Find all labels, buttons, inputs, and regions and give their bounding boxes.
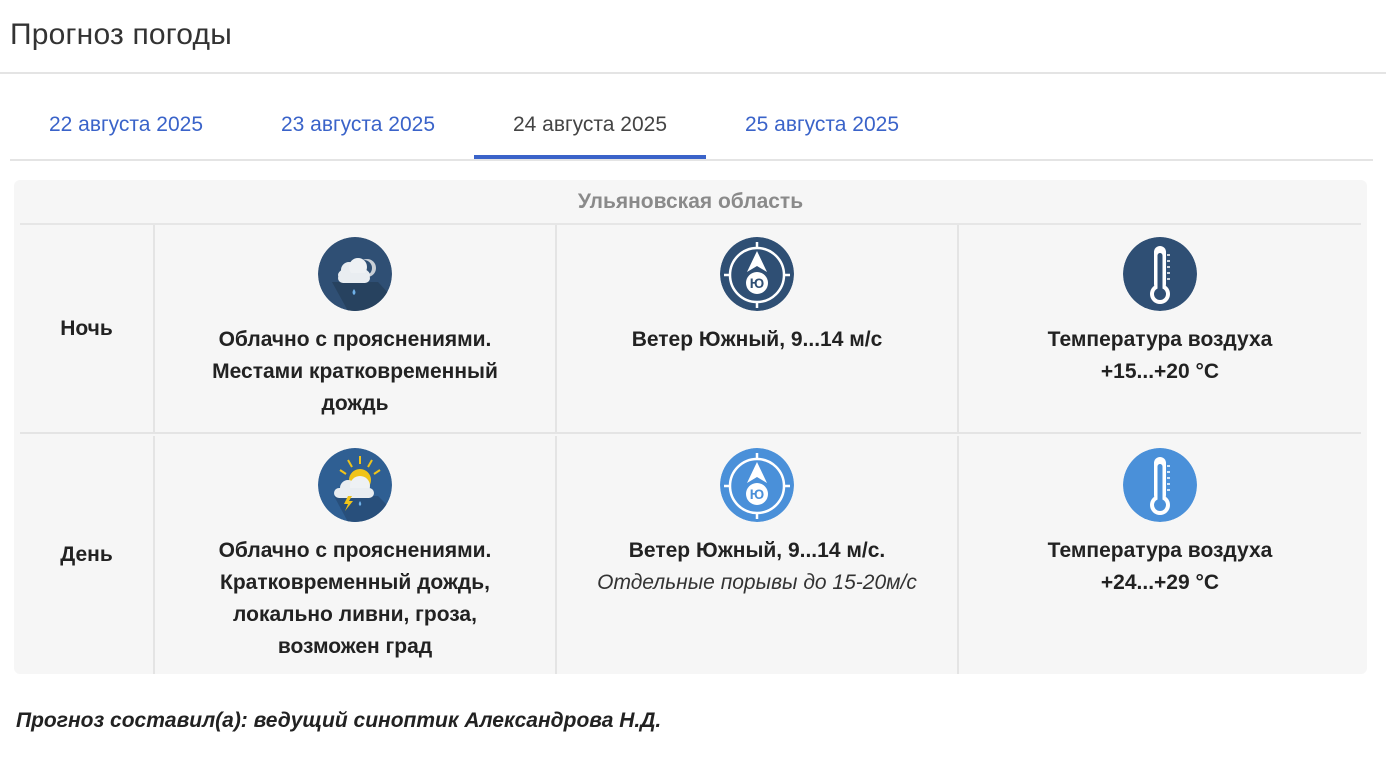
region-title: Ульяновская область [20, 180, 1361, 225]
wind-cell: Ю Ветер Южный, 9...14 м/с. Отдельные пор… [557, 436, 959, 674]
tab-24-august[interactable]: 24 августа 2025 [474, 92, 706, 159]
period-label: День [20, 436, 155, 674]
wind-south-icon: Ю [720, 237, 794, 311]
wind-cell: Ю Ветер Южный, 9...14 м/с [557, 225, 959, 432]
temperature-value: +24...+29 °С [1100, 571, 1220, 594]
wind-description: Ветер Южный, 9...14 м/с [631, 328, 883, 351]
thermometer-icon [1123, 237, 1197, 311]
weather-cell: Облачно с прояснениями. Кратковременный … [155, 436, 557, 674]
tab-22-august[interactable]: 22 августа 2025 [10, 92, 242, 157]
weather-description: Облачно с прояснениями. Местами кратковр… [212, 328, 498, 415]
tab-23-august[interactable]: 23 августа 2025 [242, 92, 474, 157]
forecast-panel: Ульяновская область Ночь Облачно с прояс… [14, 180, 1367, 674]
forecast-row-night: Ночь Облачно с прояснениями. Местами кра… [20, 225, 1361, 434]
page-title: Прогноз погоды [10, 17, 232, 51]
thermometer-icon [1123, 448, 1197, 522]
period-label: Ночь [20, 225, 155, 432]
weather-description: Облачно с прояснениями. Кратковременный … [218, 539, 492, 658]
weather-cell: Облачно с прояснениями. Местами кратковр… [155, 225, 557, 432]
wind-direction-badge: Ю [750, 275, 764, 291]
tab-25-august[interactable]: 25 августа 2025 [706, 92, 938, 157]
date-tabs: 22 августа 2025 23 августа 2025 24 авгус… [10, 96, 1373, 161]
sun-cloud-thunder-icon [318, 448, 392, 522]
wind-south-icon: Ю [720, 448, 794, 522]
wind-direction-badge: Ю [750, 486, 764, 502]
temperature-value: +15...+20 °С [1100, 360, 1220, 383]
wind-gusts-note: Отдельные порывы до 15-20м/с [597, 571, 917, 594]
page-header: Прогноз погоды [0, 0, 1386, 74]
temperature-cell: Температура воздуха +24...+29 °С [959, 436, 1361, 674]
temperature-label: Температура воздуха [1047, 539, 1273, 562]
wind-description: Ветер Южный, 9...14 м/с. [628, 539, 886, 562]
temperature-label: Температура воздуха [1047, 328, 1273, 351]
forecast-author: Прогноз составил(а): ведущий синоптик Ал… [16, 709, 662, 732]
cloud-rain-night-icon [318, 237, 392, 311]
temperature-cell: Температура воздуха +15...+20 °С [959, 225, 1361, 432]
forecast-row-day: День Облачно с прояснениями. Кратковреме… [20, 436, 1361, 674]
